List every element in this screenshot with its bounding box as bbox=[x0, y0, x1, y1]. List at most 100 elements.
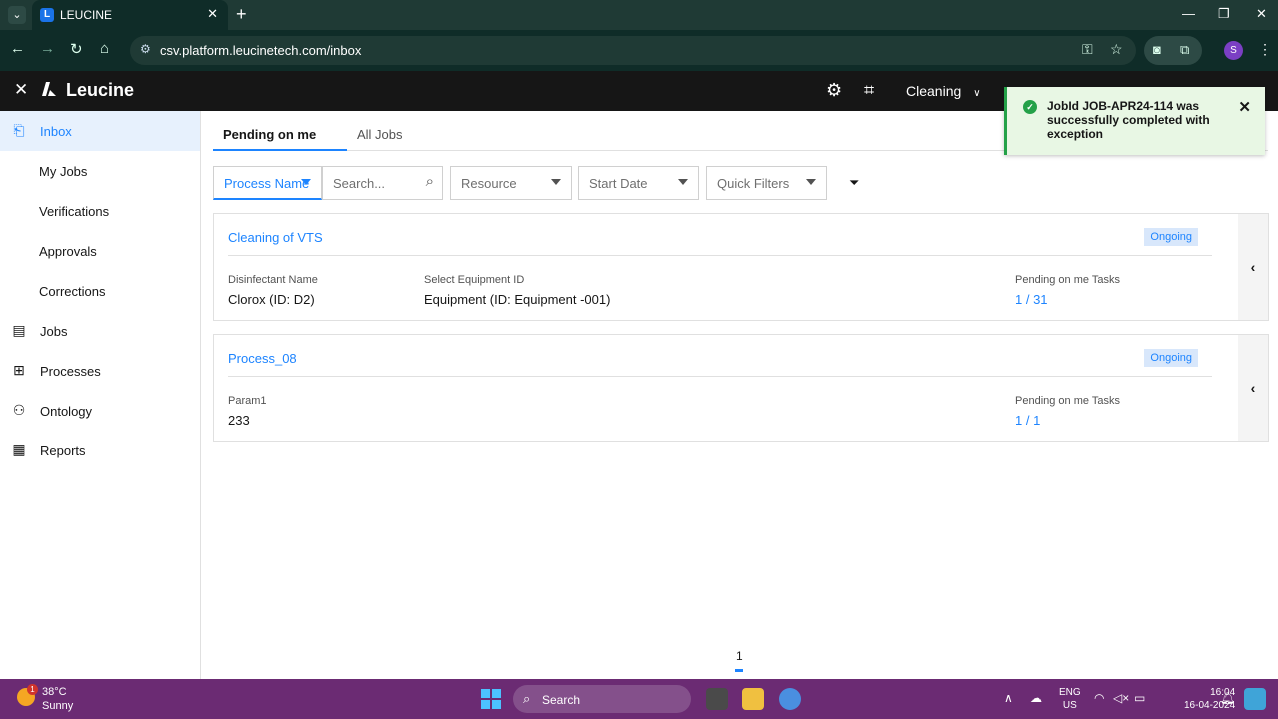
active-page-indicator bbox=[735, 669, 743, 672]
password-key-icon[interactable]: ⚿ bbox=[1082, 41, 1093, 58]
extensions-group: ◙ ⧉ bbox=[1144, 36, 1202, 65]
task-view-icon[interactable] bbox=[706, 688, 728, 710]
language-line: ENG bbox=[1059, 687, 1081, 698]
sidebar-item-verifications[interactable]: Verifications bbox=[0, 191, 200, 231]
divider bbox=[228, 376, 1212, 377]
tab-pending-on-me[interactable]: Pending on me bbox=[223, 127, 316, 142]
sidebar-item-label: Processes bbox=[40, 364, 101, 379]
job-name-link[interactable]: Cleaning of VTS bbox=[228, 230, 323, 245]
sidebar-item-inbox[interactable]: ⎗ Inbox bbox=[0, 111, 200, 151]
window-close-icon[interactable]: ✕ bbox=[1256, 6, 1267, 22]
bookmark-star-icon[interactable]: ☆ bbox=[1110, 41, 1123, 58]
site-info-icon[interactable]: ⚙ bbox=[140, 42, 151, 56]
restore-icon[interactable]: ❐ bbox=[1218, 6, 1230, 22]
sidebar-item-approvals[interactable]: Approvals bbox=[0, 231, 200, 271]
facility-selector[interactable]: Cleaning ∨ bbox=[906, 83, 981, 99]
expand-chevron-icon[interactable]: ‹ bbox=[1238, 214, 1268, 320]
process-name-label: Process Name bbox=[224, 176, 310, 191]
param-value: Clorox (ID: D2) bbox=[228, 292, 315, 307]
weather-sun-icon[interactable]: 1 bbox=[17, 684, 38, 706]
process-name-dropdown[interactable]: Process Name bbox=[213, 166, 322, 200]
battery-icon[interactable]: ▭ bbox=[1134, 691, 1145, 705]
pending-tasks-label: Pending on me Tasks bbox=[1015, 274, 1120, 286]
browser-tab-strip: ⌄ L LEUCINE ✕ + — ❐ ✕ bbox=[0, 0, 1278, 30]
resource-dropdown[interactable]: Resource bbox=[450, 166, 572, 200]
clear-filter-icon[interactable]: ⏷ bbox=[849, 175, 859, 191]
expand-chevron-icon[interactable]: ‹ bbox=[1238, 335, 1268, 441]
windows-taskbar: 1 38°C Sunny ⌕ Search ∧ ☁ ENG US ◠ ◁× ▭ … bbox=[0, 679, 1278, 719]
sidebar-item-reports[interactable]: ▦ Reports bbox=[0, 430, 200, 470]
sidebar-item-label: Approvals bbox=[39, 244, 97, 259]
caret-down-icon bbox=[678, 179, 688, 185]
chrome-icon[interactable] bbox=[779, 688, 801, 710]
leucine-logo-icon bbox=[42, 82, 56, 96]
leucine-favicon-icon: L bbox=[40, 8, 54, 22]
tab-search-button[interactable]: ⌄ bbox=[8, 6, 26, 24]
inbox-icon: ⎗ bbox=[13, 122, 25, 138]
sidebar-item-label: Corrections bbox=[39, 284, 106, 299]
active-tab-indicator bbox=[213, 149, 347, 151]
close-tab-icon[interactable]: ✕ bbox=[207, 6, 218, 22]
search-icon[interactable]: ⌕ bbox=[426, 173, 434, 190]
windows-start-icon[interactable] bbox=[481, 689, 501, 709]
tray-chevron-up-icon[interactable]: ∧ bbox=[1004, 691, 1013, 705]
onedrive-cloud-icon[interactable]: ☁ bbox=[1030, 691, 1042, 705]
camera-icon[interactable]: ◙ bbox=[1153, 42, 1161, 57]
new-tab-icon[interactable]: + bbox=[236, 4, 247, 25]
brand-logo[interactable]: Leucine bbox=[42, 80, 134, 101]
language-indicator[interactable]: ENG US bbox=[1059, 686, 1081, 712]
forward-icon[interactable]: → bbox=[40, 40, 55, 57]
param-value: 233 bbox=[228, 413, 250, 428]
success-toast: ✓ JobId JOB-APR24-114 was successfully c… bbox=[1004, 87, 1265, 155]
close-menu-icon[interactable]: ✕ bbox=[14, 80, 28, 100]
start-date-dropdown[interactable]: Start Date bbox=[578, 166, 699, 200]
back-icon[interactable]: ← bbox=[10, 40, 25, 57]
hierarchy-icon: ⚇ bbox=[12, 402, 26, 418]
quick-filters-dropdown[interactable]: Quick Filters bbox=[706, 166, 827, 200]
check-circle-icon: ✓ bbox=[1023, 100, 1037, 114]
browser-menu-icon[interactable]: ⋮ bbox=[1258, 41, 1272, 58]
volume-muted-icon[interactable]: ◁× bbox=[1113, 691, 1129, 705]
job-card[interactable]: Cleaning of VTS Ongoing Disinfectant Nam… bbox=[213, 213, 1269, 321]
job-name-link[interactable]: Process_08 bbox=[228, 351, 297, 366]
browser-tab-title: LEUCINE bbox=[60, 8, 113, 22]
pending-tasks-link[interactable]: 1 / 31 bbox=[1015, 292, 1048, 307]
search-placeholder: Search... bbox=[333, 176, 386, 191]
home-icon[interactable]: ⌂ bbox=[100, 40, 109, 57]
sidebar-item-label: Reports bbox=[40, 443, 86, 458]
job-card[interactable]: Process_08 Ongoing Param1 233 Pending on… bbox=[213, 334, 1269, 442]
pending-tasks-label: Pending on me Tasks bbox=[1015, 395, 1120, 407]
language-region: US bbox=[1062, 700, 1077, 711]
sidebar-item-jobs[interactable]: ▤ Jobs bbox=[0, 311, 200, 351]
tab-all-jobs[interactable]: All Jobs bbox=[357, 127, 403, 142]
browser-toolbar: ← → ↻ ⌂ ⚙ csv.platform.leucinetech.com/i… bbox=[0, 30, 1278, 71]
sidebar: ⎗ Inbox My Jobs Verifications Approvals … bbox=[0, 111, 201, 679]
settings-gear-icon[interactable]: ⚙ bbox=[826, 80, 842, 101]
sidebar-item-my-jobs[interactable]: My Jobs bbox=[0, 151, 200, 191]
report-icon: ▦ bbox=[12, 441, 26, 457]
weather-temperature: 38°C bbox=[42, 686, 67, 698]
copilot-icon[interactable] bbox=[1244, 688, 1266, 710]
brand-name: Leucine bbox=[66, 80, 135, 100]
browser-tab[interactable]: L LEUCINE ✕ bbox=[32, 0, 228, 30]
taskbar-search[interactable]: ⌕ Search bbox=[513, 685, 691, 713]
toast-close-icon[interactable]: ✕ bbox=[1238, 98, 1251, 116]
wifi-icon[interactable]: ◠ bbox=[1094, 691, 1104, 705]
sidebar-item-ontology[interactable]: ⚇ Ontology bbox=[0, 391, 200, 431]
minimize-icon[interactable]: — bbox=[1182, 6, 1195, 21]
sidebar-item-processes[interactable]: ⊞ Processes bbox=[0, 351, 200, 391]
extensions-icon[interactable]: ⧉ bbox=[1180, 42, 1189, 58]
caret-down-icon bbox=[551, 179, 561, 185]
caret-down-icon bbox=[301, 179, 311, 185]
page-number[interactable]: 1 bbox=[736, 649, 743, 663]
address-bar[interactable]: ⚙ csv.platform.leucinetech.com/inbox ⚿ ☆ bbox=[130, 36, 1136, 65]
scan-icon[interactable]: ⌗ bbox=[864, 80, 874, 101]
file-explorer-icon[interactable] bbox=[742, 688, 764, 710]
search-input[interactable]: Search... ⌕ bbox=[322, 166, 443, 200]
reload-icon[interactable]: ↻ bbox=[70, 40, 83, 58]
profile-avatar[interactable]: S bbox=[1224, 41, 1243, 60]
pending-tasks-link[interactable]: 1 / 1 bbox=[1015, 413, 1040, 428]
notification-bell-icon[interactable]: 🔔︎ bbox=[1220, 691, 1235, 705]
weather-badge: 1 bbox=[27, 684, 38, 695]
sidebar-item-corrections[interactable]: Corrections bbox=[0, 271, 200, 311]
